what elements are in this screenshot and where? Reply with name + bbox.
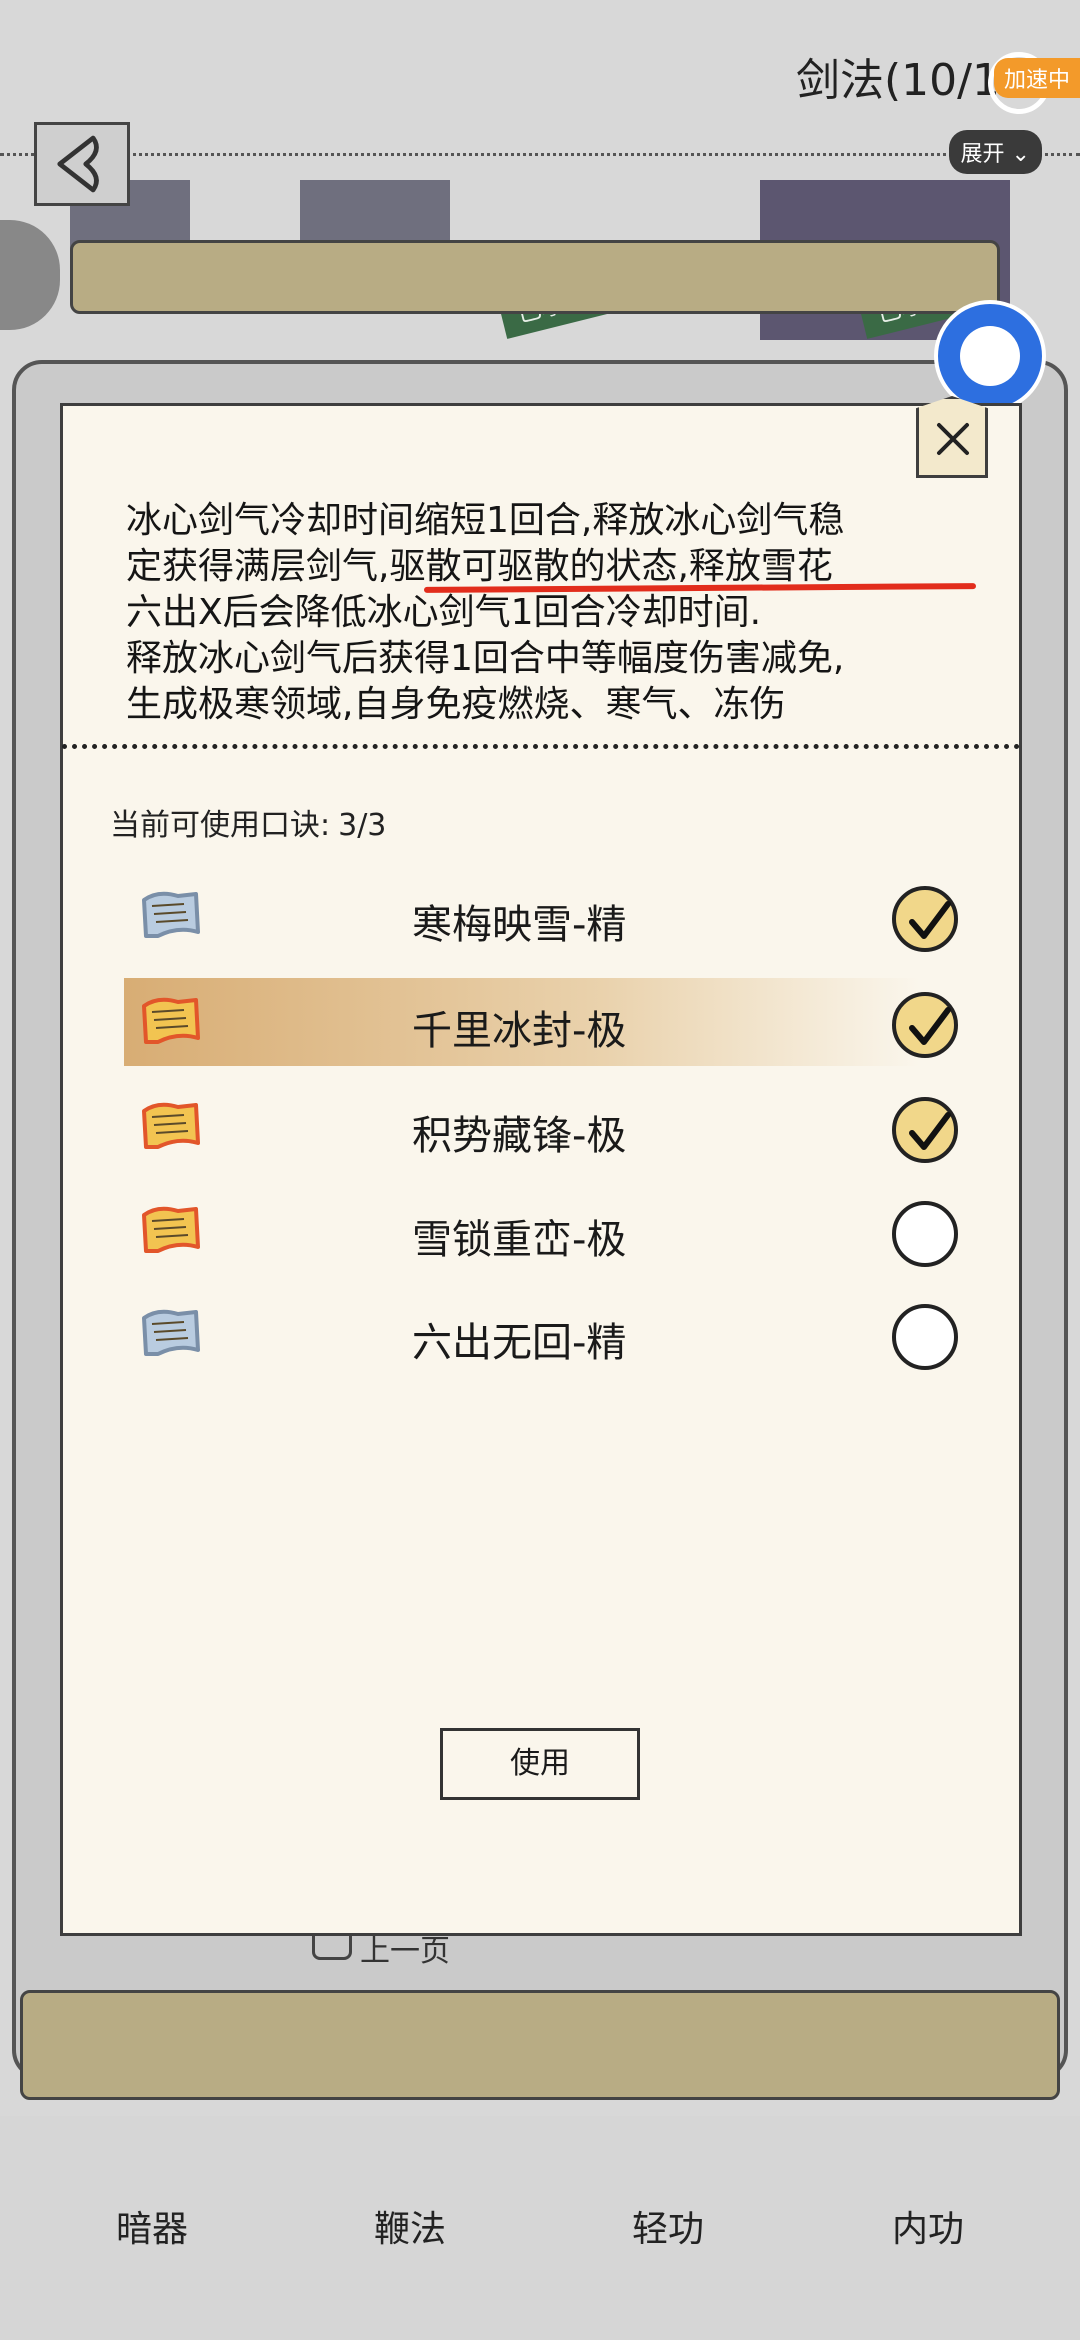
description-line: 冰心剑气冷却时间缩短1回合,释放冰心剑气稳 <box>126 500 845 541</box>
checkmark-icon <box>909 1007 951 1045</box>
wood-beam <box>20 1990 1060 2100</box>
scroll-icon <box>138 886 204 944</box>
available-label: 当前可使用口诀: <box>110 808 331 843</box>
tab-lightness[interactable]: 轻功 <box>568 2200 768 2252</box>
expand-label: 展开 <box>960 142 1005 167</box>
tab-hidden-weapon[interactable]: 暗器 <box>52 2200 252 2252</box>
skill-name: 千里冰封-极 <box>412 1008 627 1054</box>
back-button[interactable] <box>34 122 130 206</box>
skill-name: 雪锁重峦-极 <box>412 1217 627 1263</box>
skill-name: 积势藏锋-极 <box>412 1113 627 1159</box>
skill-description: 冰心剑气冷却时间缩短1回合,释放冰心剑气稳 定获得满层剑气,驱散可驱散的状态,释… <box>126 498 986 728</box>
available-count-row: 当前可使用口诀: 3/3 <box>110 800 386 844</box>
accelerator-badge[interactable]: 加速中 <box>993 58 1080 98</box>
tab-internal[interactable]: 内功 <box>828 2200 1028 2252</box>
close-button[interactable] <box>916 396 988 478</box>
top-divider <box>0 153 1080 156</box>
checkmark-icon <box>909 901 951 939</box>
dotted-divider <box>62 744 1020 749</box>
skill-checkbox[interactable] <box>892 1201 958 1267</box>
description-line: 生成极寒领域,自身免疫燃烧、寒气、冻伤 <box>126 684 786 725</box>
gamepad-logo-icon[interactable] <box>934 300 1046 412</box>
expand-button[interactable]: 展开 ⌄ <box>948 130 1042 174</box>
skill-name: 六出无回-精 <box>412 1320 627 1366</box>
description-line: 释放冰心剑气后获得1回合中等幅度伤害减免, <box>126 638 845 679</box>
tab-whip[interactable]: 鞭法 <box>310 2200 510 2252</box>
skill-checkbox[interactable] <box>892 1304 958 1370</box>
scroll-icon <box>138 992 204 1050</box>
wood-beam <box>70 240 1000 314</box>
scroll-icon <box>138 1097 204 1155</box>
skill-checkbox[interactable] <box>892 886 958 952</box>
scroll-icon <box>138 1304 204 1362</box>
skill-name: 寒梅映雪-精 <box>412 902 627 948</box>
skill-checkbox[interactable] <box>892 992 958 1058</box>
available-count: 3/3 <box>338 808 387 843</box>
skill-checkbox[interactable] <box>892 1097 958 1163</box>
use-button[interactable]: 使用 <box>440 1728 640 1800</box>
page-title: 剑法(10/1 <box>796 55 1000 106</box>
chevron-left-icon <box>57 135 99 193</box>
checkmark-icon <box>909 1112 951 1150</box>
description-line: 六出X后会降低冰心剑气1回合冷却时间. <box>126 592 762 633</box>
close-icon <box>937 423 969 455</box>
scroll-icon <box>138 1201 204 1259</box>
